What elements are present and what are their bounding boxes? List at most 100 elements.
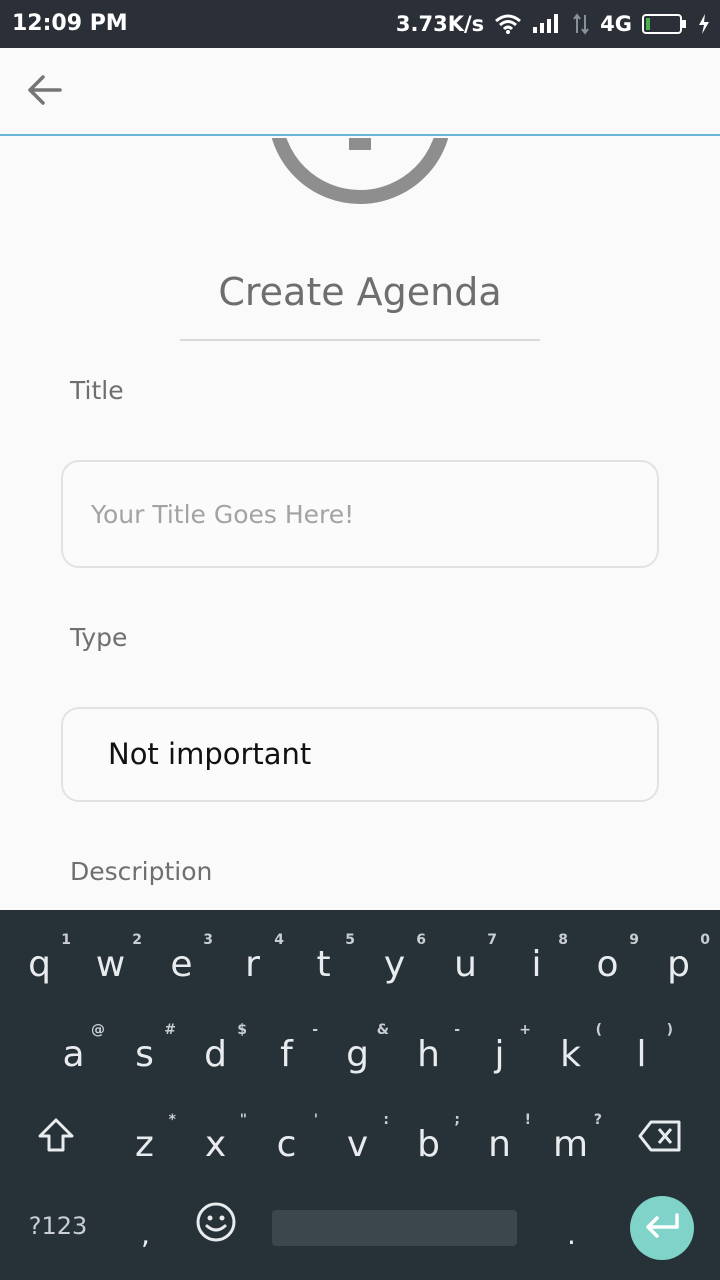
key-w[interactable]: w2	[75, 916, 146, 1004]
key-hint: (	[595, 1022, 602, 1038]
key-t[interactable]: t5	[288, 916, 359, 1004]
key-q[interactable]: q1	[4, 916, 75, 1004]
key-x[interactable]: x "	[180, 1096, 251, 1184]
key-label: f	[280, 1033, 293, 1075]
key-z[interactable]: z *	[109, 1096, 180, 1184]
key-hint: &	[376, 1022, 389, 1038]
key-hint: )	[666, 1022, 673, 1038]
shift-icon	[36, 1116, 76, 1165]
key-hint: ;	[454, 1112, 460, 1128]
key-label: v	[346, 1123, 369, 1165]
key-label: c	[276, 1123, 297, 1165]
key-l[interactable]: l)	[606, 1006, 677, 1094]
key-m[interactable]: m?	[535, 1096, 606, 1184]
key-label: e	[170, 943, 193, 985]
key-hint: @	[91, 1022, 105, 1038]
data-arrows-icon	[572, 13, 590, 35]
key-b[interactable]: b;	[393, 1096, 464, 1184]
back-button[interactable]	[18, 70, 70, 114]
key-label: s	[135, 1033, 154, 1075]
key-e[interactable]: e3	[146, 916, 217, 1004]
key-hint: 5	[345, 932, 355, 948]
key-label: x	[204, 1123, 227, 1165]
app-bar	[0, 48, 720, 136]
key-d[interactable]: d $	[180, 1006, 251, 1094]
key-label: j	[494, 1033, 505, 1075]
key-hint: 1	[61, 932, 71, 948]
key-y[interactable]: y6	[359, 916, 430, 1004]
title-field[interactable]	[61, 460, 659, 568]
key-label: z	[135, 1123, 154, 1165]
key-f[interactable]: f-	[251, 1006, 322, 1094]
status-time: 12:09 PM	[12, 11, 128, 36]
agenda-logo-mark	[349, 138, 371, 150]
type-label: Type	[70, 623, 128, 652]
key-label: o	[596, 943, 619, 985]
description-label: Description	[70, 857, 213, 886]
key-hint: -	[312, 1022, 318, 1038]
charging-icon	[698, 13, 710, 35]
key-label: h	[417, 1033, 440, 1075]
key-r[interactable]: r4	[217, 916, 288, 1004]
key-a[interactable]: a @	[38, 1006, 109, 1094]
emoji-key[interactable]	[180, 1182, 251, 1270]
symbols-key[interactable]: ?123	[18, 1204, 98, 1248]
key-label: d	[204, 1033, 227, 1075]
key-s[interactable]: s #	[109, 1006, 180, 1094]
key-hint: #	[164, 1022, 176, 1038]
key-p[interactable]: p0	[643, 916, 714, 1004]
key-h[interactable]: h-	[393, 1006, 464, 1094]
battery-icon	[642, 13, 688, 35]
soft-keyboard: q1 w2 e3 r4 t5 y6 u7 i8 o9 p0 a @ s # d $ f…	[0, 910, 720, 1280]
key-label: i	[531, 943, 542, 985]
status-indicators: 3.73K/s 4G	[396, 10, 710, 38]
key-hint: 3	[203, 932, 213, 948]
page-title: Create Agenda	[218, 270, 502, 314]
key-hint: "	[239, 1112, 247, 1128]
key-label: a	[62, 1033, 85, 1075]
title-input[interactable]	[63, 462, 657, 566]
key-j[interactable]: j +	[464, 1006, 535, 1094]
key-g[interactable]: g &	[322, 1006, 393, 1094]
key-hint: !	[524, 1112, 531, 1128]
key-hint: 0	[700, 932, 710, 948]
key-label: t	[316, 943, 331, 985]
period-key[interactable]: .	[536, 1186, 607, 1274]
key-hint: 4	[274, 932, 284, 948]
emoji-icon	[195, 1201, 237, 1252]
key-v[interactable]: v:	[322, 1096, 393, 1184]
type-select[interactable]: Not important	[61, 707, 659, 802]
key-hint: ?	[593, 1112, 602, 1128]
key-k[interactable]: k(	[535, 1006, 606, 1094]
title-divider	[180, 339, 540, 341]
arrow-left-icon	[26, 74, 62, 111]
key-hint: $	[237, 1022, 247, 1038]
space-key[interactable]	[272, 1210, 517, 1246]
key-hint: :	[383, 1112, 389, 1128]
key-label: b	[417, 1123, 440, 1165]
key-hint: '	[313, 1112, 318, 1128]
key-label: n	[488, 1123, 511, 1165]
key-label: g	[346, 1033, 369, 1075]
key-hint: +	[519, 1022, 531, 1038]
key-i[interactable]: i8	[501, 916, 572, 1004]
key-c[interactable]: c '	[251, 1096, 322, 1184]
backspace-key[interactable]	[624, 1096, 695, 1184]
key-n[interactable]: n!	[464, 1096, 535, 1184]
type-selected-value: Not important	[108, 737, 312, 771]
signal-icon	[532, 13, 562, 35]
status-bar: 12:09 PM 3.73K/s 4G	[0, 0, 720, 48]
key-u[interactable]: u7	[430, 916, 501, 1004]
shift-key[interactable]	[20, 1096, 91, 1184]
backspace-icon	[637, 1119, 683, 1162]
key-o[interactable]: o9	[572, 916, 643, 1004]
key-label: w	[95, 943, 126, 985]
key-label: ,	[141, 1217, 150, 1251]
key-label: y	[383, 943, 406, 985]
key-hint: *	[168, 1112, 176, 1128]
comma-key[interactable]: ,	[110, 1186, 181, 1274]
key-label: p	[667, 943, 690, 985]
key-hint: 6	[416, 932, 426, 948]
key-hint: 2	[132, 932, 142, 948]
enter-key[interactable]	[630, 1196, 694, 1260]
